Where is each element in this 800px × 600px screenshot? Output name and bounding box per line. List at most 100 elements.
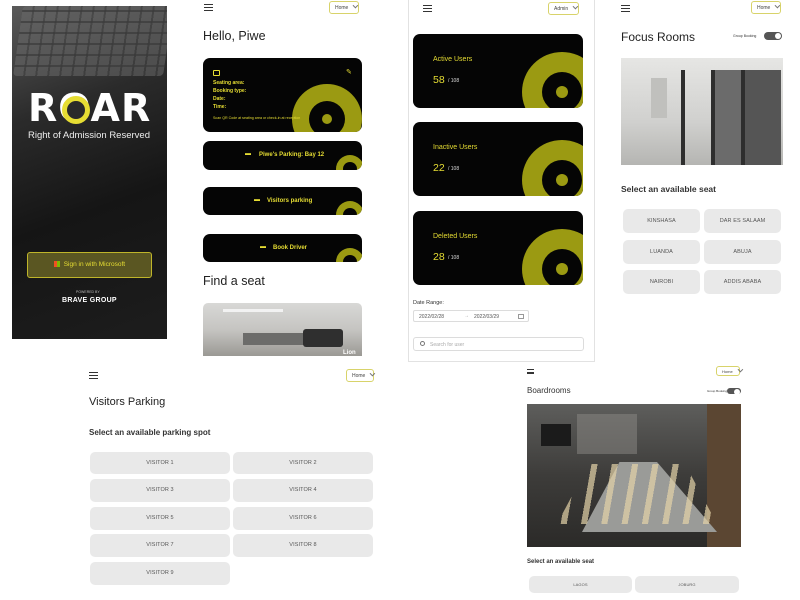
time-label: Time: [213,104,227,110]
group-booking-label: Group Booking [707,389,728,393]
greeting: Hello, Piwe [203,29,266,43]
parking-spot-button[interactable]: VISITOR 9 [90,562,230,585]
book-driver-button[interactable]: ▬ Book Driver [203,234,362,262]
parking-spot-button[interactable]: VISITOR 3 [90,479,230,502]
home-view-select[interactable]: Home [329,1,359,14]
date-from[interactable]: 2022/02/28 [419,314,444,320]
parking-bay-button[interactable]: ▬ Piwe's Parking: Bay 12 [203,141,362,170]
search-icon [420,341,425,346]
find-seat-heading: Find a seat [203,274,265,288]
signin-microsoft-button[interactable]: Sign in with Microsoft [27,252,152,278]
focus-room-photo [621,58,783,165]
decor-ring-hole [343,208,357,215]
inactive-users-card: Inactive Users 22 / 108 [413,122,583,196]
group-booking-label: Group Booking [733,34,757,38]
parking-spot-button[interactable]: VISITOR 5 [90,507,230,530]
deleted-users-card: Deleted Users 28 / 108 [413,211,583,285]
boardroom-photo [527,404,741,547]
seat-button[interactable]: LUANDA [623,240,700,264]
edit-icon[interactable]: ✎ [346,68,352,76]
visitors-view-select[interactable]: Home [346,369,376,382]
deleted-users-total: / 108 [448,255,460,261]
user-search-field[interactable]: Search for user [413,337,584,351]
date-to[interactable]: 2022/03/29 [474,314,499,320]
active-users-card: Active Users 58 / 108 [413,34,583,108]
keyboard-rows [13,6,167,76]
boardroom-seat-button[interactable]: LAGOS [529,576,632,593]
decor-dot [556,263,568,275]
powered-by-label: POWERED BY [76,290,100,294]
active-users-value: 58 [433,74,445,86]
group-booking-toggle[interactable] [727,388,741,395]
visitors-parking-button[interactable]: ▬ Visitors parking [203,187,362,215]
seat-button[interactable]: KINSHASA [623,209,700,233]
chevron-down-icon [737,366,743,373]
admin-screen: Admin Active Users 58 / 108 Inactive Use… [408,0,595,362]
menu-icon[interactable] [204,4,213,11]
decor-ring-hole [343,162,357,170]
inactive-users-value: 22 [433,162,445,174]
select-spot-heading: Select an available parking spot [89,428,211,437]
decor-dot [556,174,568,186]
boardrooms-screen: Home Boardrooms Group Booking Select an … [524,364,746,598]
chevron-down-icon [572,3,579,10]
room-caption: Lion [343,350,356,356]
brave-group-logo: BRAVE GROUP [62,297,117,304]
parking-spot-button[interactable]: VISITOR 2 [233,452,373,474]
select-seat-heading: Select an available seat [621,184,716,194]
decor-dot [556,86,568,98]
wall-panel [651,78,667,118]
inactive-users-label: Inactive Users [433,144,478,151]
parking-spot-button[interactable]: VISITOR 6 [233,507,373,530]
parking-spot-button[interactable]: VISITOR 7 [90,534,230,557]
decor-ring-hole [343,255,357,262]
wall-screen [541,424,571,446]
car-icon: ▬ [260,244,266,250]
calendar-icon [518,314,524,319]
date-label: Date: [213,96,226,102]
chair-row [557,464,717,524]
booking-card: ✎ Seating area: Booking type: Date: Time… [203,58,362,132]
boardrooms-title: Boardrooms [527,386,571,395]
chair-shape [303,329,343,347]
seat-button[interactable]: DAR ES SALAAM [704,209,781,233]
room-photo[interactable]: Lion [203,303,362,356]
chevron-down-icon [352,2,359,9]
deleted-users-value: 28 [433,251,445,263]
admin-view-select[interactable]: Admin [548,2,579,15]
menu-icon[interactable] [621,5,630,12]
chevron-down-icon [774,2,781,9]
signin-label: Sign in with Microsoft [63,261,126,268]
focus-view-select[interactable]: Home [751,1,781,14]
chevron-down-icon [369,370,376,377]
visitors-parking-label: Visitors parking [267,198,313,204]
parking-bay-label: Piwe's Parking: Bay 12 [259,152,325,158]
boardrooms-view-select[interactable]: Home [716,366,743,376]
wood-panel [707,404,741,547]
menu-icon[interactable] [423,5,432,12]
decor-dot [322,114,332,124]
login-screen: ROAR Right of Admission Reserved Sign in… [12,6,167,339]
seat-button[interactable]: ADDIS ABABA [704,270,781,294]
date-range-picker[interactable]: 2022/02/28 → 2022/03/29 [413,310,529,322]
seat-button[interactable]: ABUJA [704,240,781,264]
parking-spot-button[interactable]: VISITOR 4 [233,479,373,502]
date-range-label: Date Range: [413,300,444,306]
deleted-users-label: Deleted Users [433,233,478,240]
inactive-users-total: / 108 [448,166,460,172]
boardroom-seat-button[interactable]: JOBURG [635,576,739,593]
calendar-icon [213,70,220,76]
parking-spot-button[interactable]: VISITOR 8 [233,534,373,557]
active-users-total: / 108 [448,78,460,84]
menu-icon[interactable] [527,369,534,374]
seating-area-label: Seating area: [213,80,245,86]
logo-o-ring [62,96,90,124]
seat-button[interactable]: NAIROBI [623,270,700,294]
parking-spot-button[interactable]: VISITOR 1 [90,452,230,474]
search-input[interactable]: Search for user [430,342,464,348]
visitors-parking-title: Visitors Parking [89,396,166,408]
menu-icon[interactable] [89,372,98,379]
group-booking-toggle[interactable] [764,32,782,40]
booking-type-label: Booking type: [213,88,247,94]
book-driver-label: Book Driver [273,245,308,251]
